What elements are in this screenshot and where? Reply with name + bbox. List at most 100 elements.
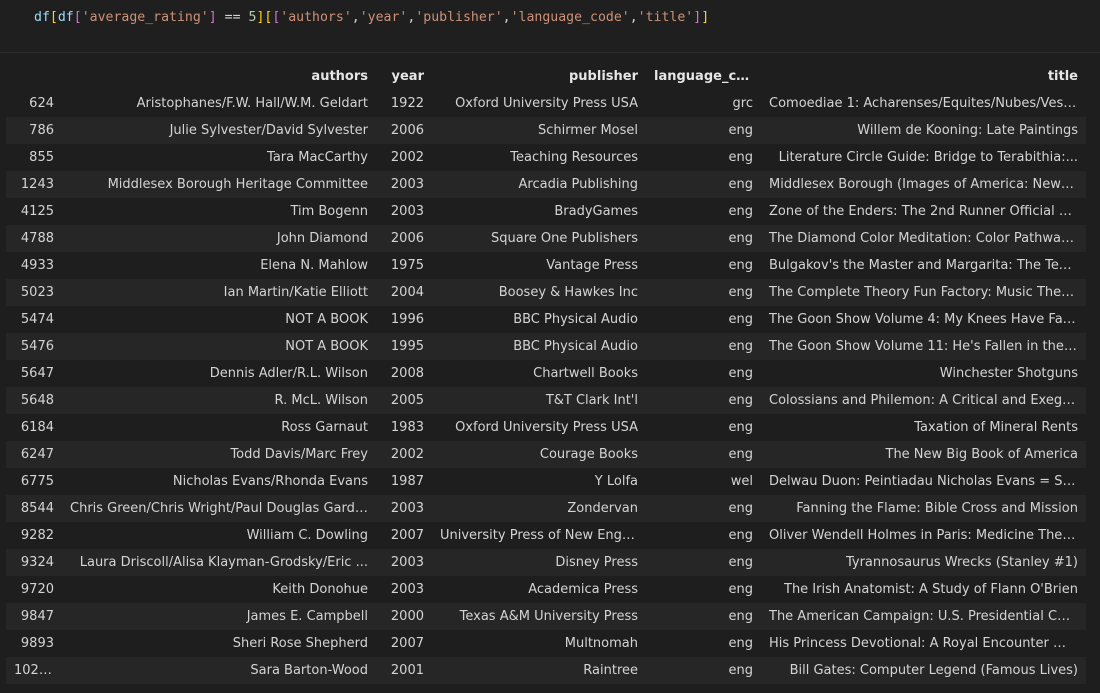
cell-publisher: BBC Physical Audio [432, 333, 646, 360]
cell-year: 2004 [376, 279, 432, 306]
cell-year: 2003 [376, 198, 432, 225]
cell-publisher: Courage Books [432, 441, 646, 468]
cell-title: Literature Circle Guide: Bridge to Terab… [761, 144, 1086, 171]
cell-title: Middlesex Borough (Images of America: Ne… [761, 171, 1086, 198]
cell-index: 9324 [6, 549, 62, 576]
cell-authors: Middlesex Borough Heritage Committee [62, 171, 376, 198]
cell-authors: Ross Garnaut [62, 414, 376, 441]
table-row: 6775 Nicholas Evans/Rhonda Evans 1987 Y Lol… [6, 468, 1086, 495]
cell-index: 4125 [6, 198, 62, 225]
cell-authors: Dennis Adler/R.L. Wilson [62, 360, 376, 387]
cell-year: 2003 [376, 171, 432, 198]
table-row: 5474 NOT A BOOK 1996 BBC Physical Audio eng T… [6, 306, 1086, 333]
cell-title: Zone of the Enders: The 2nd Runner Offic… [761, 198, 1086, 225]
cell-language-code: eng [646, 441, 761, 468]
cell-language-code: eng [646, 603, 761, 630]
cell-authors: Laura Driscoll/Alisa Klayman-Grodsky/Eri… [62, 549, 376, 576]
header-publisher: publisher [432, 62, 646, 90]
table-row: 4933 Elena N. Mahlow 1975 Vantage Press eng B… [6, 252, 1086, 279]
code-df-2: df [57, 10, 74, 25]
table-row: 855 Tara MacCarthy 2002 Teaching Resources e… [6, 144, 1086, 171]
cell-authors: Keith Donohue [62, 576, 376, 603]
cell-year: 2001 [376, 657, 432, 684]
cell-language-code: eng [646, 576, 761, 603]
cell-language-code: eng [646, 657, 761, 684]
cell-title: Taxation of Mineral Rents [761, 414, 1086, 441]
cell-index: 5023 [6, 279, 62, 306]
cell-language-code: eng [646, 522, 761, 549]
cell-year: 1995 [376, 333, 432, 360]
cell-year: 1987 [376, 468, 432, 495]
cell-title: The Irish Anatomist: A Study of Flann O'… [761, 576, 1086, 603]
code-col-language: 'language_code' [510, 10, 630, 25]
cell-language-code: eng [646, 495, 761, 522]
dataframe-output: authors year publisher language_code tit… [6, 62, 1086, 684]
code-col-publisher: 'publisher' [415, 10, 503, 25]
table-row: 5648 R. McL. Wilson 2005 T&T Clark Int'l eng… [6, 387, 1086, 414]
cell-authors: Tara MacCarthy [62, 144, 376, 171]
cell-year: 2003 [376, 495, 432, 522]
table-row: 6247 Todd Davis/Marc Frey 2002 Courage Book… [6, 441, 1086, 468]
cell-publisher: BradyGames [432, 198, 646, 225]
cell-title: Oliver Wendell Holmes in Paris: Medicine… [761, 522, 1086, 549]
cell-publisher: Arcadia Publishing [432, 171, 646, 198]
cell-title: Delwau Duon: Peintiadau Nicholas Evans =… [761, 468, 1086, 495]
code-cell[interactable]: df[df['average_rating'] == 5][['authors'… [0, 0, 1100, 53]
cell-publisher: Square One Publishers [432, 225, 646, 252]
table-row: 8544 Chris Green/Chris Wright/Paul Dougla… [6, 495, 1086, 522]
cell-authors: William C. Dowling [62, 522, 376, 549]
cell-index: 9720 [6, 576, 62, 603]
cell-authors: NOT A BOOK [62, 306, 376, 333]
cell-title: The Complete Theory Fun Factory: Music T… [761, 279, 1086, 306]
cell-index: 9893 [6, 630, 62, 657]
cell-title: Fanning the Flame: Bible Cross and Missi… [761, 495, 1086, 522]
cell-language-code: eng [646, 144, 761, 171]
cell-publisher: Texas A&M University Press [432, 603, 646, 630]
cell-authors: Tim Bogenn [62, 198, 376, 225]
cell-title: The Diamond Color Meditation: Color Path… [761, 225, 1086, 252]
cell-index: 624 [6, 90, 62, 117]
cell-language-code: eng [646, 360, 761, 387]
cell-title: Bulgakov's the Master and Margarita: The… [761, 252, 1086, 279]
cell-year: 2008 [376, 360, 432, 387]
dataframe-table: authors year publisher language_code tit… [6, 62, 1086, 684]
cell-year: 2003 [376, 549, 432, 576]
cell-language-code: eng [646, 414, 761, 441]
cell-language-code: eng [646, 225, 761, 252]
cell-title: The Goon Show Volume 4: My Knees Have Fa… [761, 306, 1086, 333]
cell-publisher: Schirmer Mosel [432, 117, 646, 144]
table-row: 5023 Ian Martin/Katie Elliott 2004 Boosey &… [6, 279, 1086, 306]
cell-language-code: grc [646, 90, 761, 117]
header-index [6, 62, 62, 90]
cell-publisher: T&T Clark Int'l [432, 387, 646, 414]
cell-language-code: eng [646, 630, 761, 657]
cell-year: 2000 [376, 603, 432, 630]
cell-year: 2006 [376, 117, 432, 144]
cell-authors: Sheri Rose Shepherd [62, 630, 376, 657]
table-row: 10262 Sara Barton-Wood 2001 Raintree eng Bill… [6, 657, 1086, 684]
cell-authors: Nicholas Evans/Rhonda Evans [62, 468, 376, 495]
cell-index: 1243 [6, 171, 62, 198]
cell-authors: Elena N. Mahlow [62, 252, 376, 279]
cell-authors: John Diamond [62, 225, 376, 252]
table-body: 624 Aristophanes/F.W. Hall/W.M. Geldart 19… [6, 90, 1086, 684]
cell-title: His Princess Devotional: A Royal Encount… [761, 630, 1086, 657]
table-row: 1243 Middlesex Borough Heritage Committee… [6, 171, 1086, 198]
cell-authors: Aristophanes/F.W. Hall/W.M. Geldart [62, 90, 376, 117]
cell-index: 6184 [6, 414, 62, 441]
cell-publisher: Oxford University Press USA [432, 90, 646, 117]
cell-language-code: eng [646, 117, 761, 144]
cell-title: The American Campaign: U.S. Presidential… [761, 603, 1086, 630]
code-line[interactable]: df[df['average_rating'] == 5][['authors'… [34, 9, 709, 27]
cell-language-code: eng [646, 387, 761, 414]
cell-authors: R. McL. Wilson [62, 387, 376, 414]
cell-publisher: Multnomah [432, 630, 646, 657]
cell-language-code: eng [646, 252, 761, 279]
cell-publisher: Vantage Press [432, 252, 646, 279]
cell-publisher: Zondervan [432, 495, 646, 522]
header-title: title [761, 62, 1086, 90]
cell-year: 2002 [376, 441, 432, 468]
cell-index: 6247 [6, 441, 62, 468]
cell-year: 2005 [376, 387, 432, 414]
table-row: 9324 Laura Driscoll/Alisa Klayman-Grodsky… [6, 549, 1086, 576]
